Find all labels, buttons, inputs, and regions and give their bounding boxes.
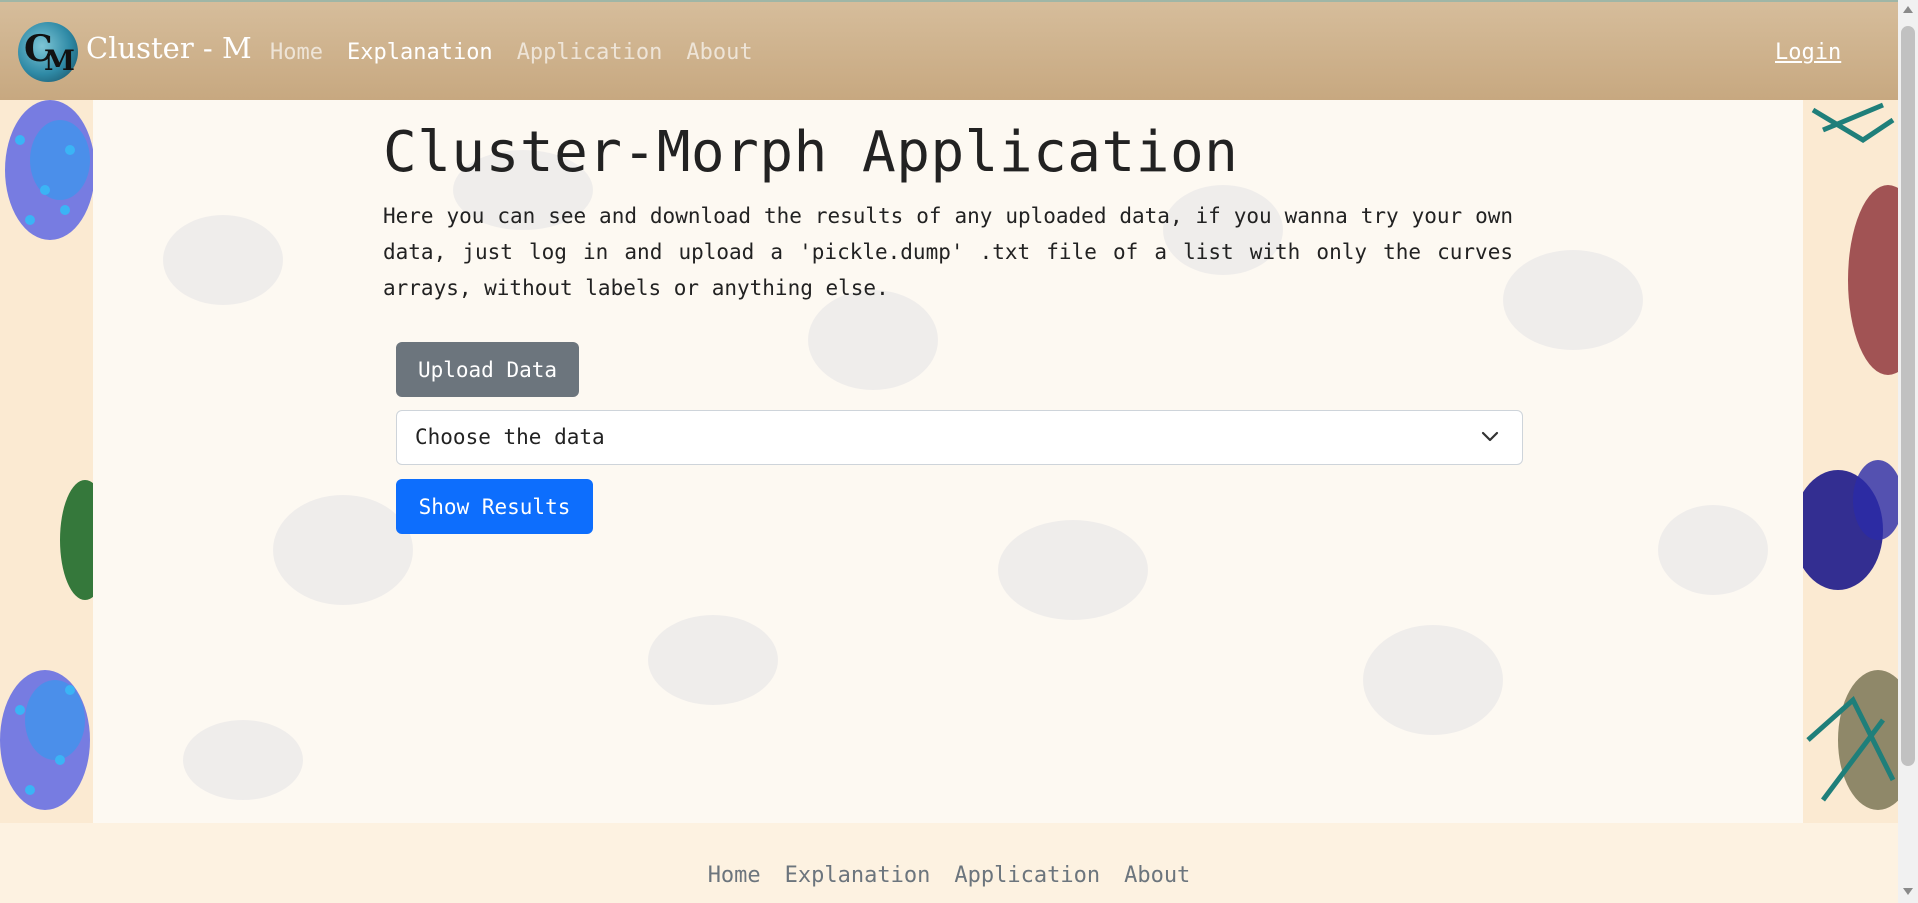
red-cluster	[1848, 185, 1898, 375]
nav-link-home[interactable]: Home	[270, 40, 323, 65]
brand-name[interactable]: Cluster - M	[86, 31, 252, 65]
scroll-up-arrow-icon[interactable]	[1903, 6, 1913, 13]
blue-network-bottom	[0, 670, 90, 810]
show-results-button[interactable]: Show Results	[396, 479, 593, 534]
nav-link-explanation[interactable]: Explanation	[347, 40, 493, 65]
footer-link-application[interactable]: Application	[954, 863, 1100, 888]
navy-cluster	[1803, 460, 1898, 590]
right-decorative-strip	[1803, 100, 1898, 823]
page-title: Cluster-Morph Application	[383, 120, 1239, 185]
brand[interactable]: C M Cluster - M	[18, 22, 252, 82]
nav-link-application[interactable]: Application	[517, 40, 663, 65]
scrollbar-thumb[interactable]	[1901, 26, 1915, 766]
chevron-down-icon	[1481, 431, 1499, 442]
footer-link-about[interactable]: About	[1124, 863, 1190, 888]
page-description: Here you can see and download the result…	[383, 204, 1513, 300]
left-network-graphic	[0, 100, 93, 810]
green-cluster	[60, 480, 93, 600]
olive-network-bottom	[1806, 670, 1898, 810]
main-content: Cluster-Morph Application Here you can s…	[93, 100, 1803, 823]
data-select-value: Choose the data	[415, 425, 605, 449]
footer-link-explanation[interactable]: Explanation	[785, 863, 931, 888]
blue-network-top	[5, 100, 93, 240]
nav-links: Home Explanation Application About	[270, 40, 753, 65]
footer-link-home[interactable]: Home	[708, 863, 761, 888]
cluster-m-logo-icon: C M	[18, 22, 78, 82]
page-scrollbar[interactable]	[1898, 0, 1918, 903]
top-navbar: C M Cluster - M Home Explanation Applica…	[0, 0, 1898, 100]
teal-network-top	[1811, 102, 1895, 143]
data-select[interactable]: Choose the data	[396, 410, 1523, 465]
scroll-down-arrow-icon[interactable]	[1903, 888, 1913, 895]
upload-data-button[interactable]: Upload Data	[396, 342, 579, 397]
logo-letter-m: M	[44, 44, 75, 77]
right-network-graphic	[1803, 102, 1898, 810]
left-decorative-strip	[0, 100, 93, 823]
footer: Home Explanation Application About	[0, 823, 1898, 903]
nav-link-about[interactable]: About	[686, 40, 752, 65]
footer-links: Home Explanation Application About	[0, 863, 1898, 888]
login-link[interactable]: Login	[1775, 40, 1841, 65]
